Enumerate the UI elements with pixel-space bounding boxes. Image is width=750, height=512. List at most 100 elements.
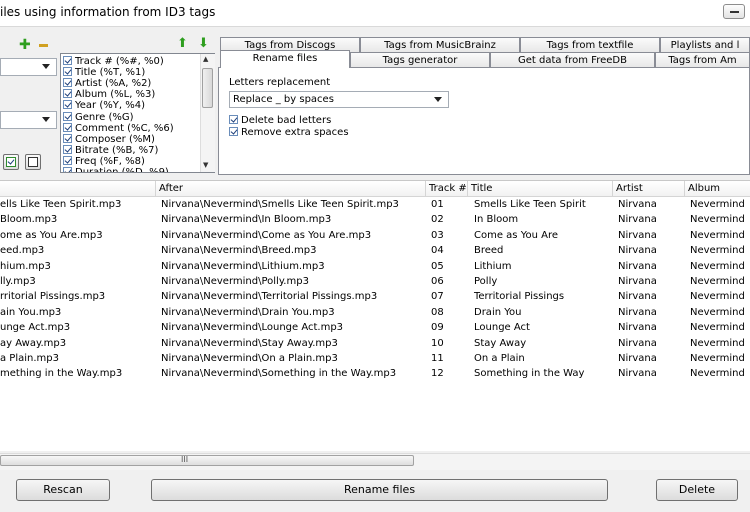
move-up-icon[interactable]: ⬆ — [177, 37, 188, 50]
grid-header: After Track # Title Artist Album — [0, 181, 750, 197]
checkbox-checked-icon — [229, 127, 238, 136]
horizontal-scroll-thumb[interactable]: III — [0, 455, 414, 466]
checkbox-checked-icon[interactable] — [63, 78, 72, 88]
table-row[interactable]: eed.mp3 Nirvana\Nevermind\Breed.mp3 04 Bree… — [0, 243, 750, 258]
cell-track: 09 — [431, 322, 444, 334]
cell-before: rritorial Pissings.mp3 — [0, 291, 106, 303]
cell-album: Nevermind — [690, 337, 745, 349]
cell-title: Territorial Pissings — [474, 291, 565, 303]
checkbox-checked-icon[interactable] — [63, 133, 72, 143]
tab-tags-generator[interactable]: Tags generator — [350, 52, 490, 68]
table-row[interactable]: lly.mp3 Nirvana\Nevermind\Polly.mp3 06 Poll… — [0, 274, 750, 289]
tag-field-label: Genre (%G) — [75, 111, 134, 123]
cell-title: Smells Like Teen Spirit — [474, 199, 586, 210]
checkbox-checked-icon[interactable] — [63, 144, 72, 154]
cell-before: ay Away.mp3 — [0, 337, 67, 349]
table-row[interactable]: ay Away.mp3 Nirvana\Nevermind\Stay Away.m… — [0, 336, 750, 351]
cell-before: mething in the Way.mp3 — [0, 368, 123, 380]
cell-album: Nevermind — [690, 353, 745, 364]
minimize-button[interactable] — [723, 4, 745, 19]
rescan-button[interactable]: Rescan — [16, 479, 110, 501]
table-row[interactable]: hium.mp3 Nirvana\Nevermind\Lithium.mp3 05 L… — [0, 259, 750, 274]
delete-button[interactable]: Delete — [656, 479, 738, 501]
delete-bad-letters-checkbox[interactable]: Delete bad letters — [229, 115, 331, 126]
check-all-button[interactable] — [3, 154, 19, 170]
add-icon[interactable]: ✚ — [19, 38, 31, 52]
checkbox-checked-icon[interactable] — [63, 89, 72, 99]
cell-title: Polly — [474, 276, 498, 287]
remove-icon[interactable] — [39, 44, 48, 47]
tab-get-data-from-freedb[interactable]: Get data from FreeDB — [490, 52, 655, 68]
options-combo[interactable] — [0, 111, 57, 129]
format-combo[interactable] — [0, 58, 57, 76]
cell-after: Nirvana\Nevermind\Polly.mp3 — [161, 276, 309, 287]
table-row[interactable]: ain You.mp3 Nirvana\Nevermind\Drain You.m… — [0, 305, 750, 320]
table-row[interactable]: a Plain.mp3 Nirvana\Nevermind\On a Plain.… — [0, 351, 750, 366]
checkbox-checked-icon[interactable] — [63, 56, 72, 65]
checkbox-checked-icon[interactable] — [63, 100, 72, 110]
table-row[interactable]: ome as You Are.mp3 Nirvana\Nevermind\Come… — [0, 228, 750, 243]
table-row[interactable]: ells Like Teen Spirit.mp3 Nirvana\Nevermi… — [0, 197, 750, 212]
cell-track: 12 — [431, 368, 444, 380]
cell-artist: Nirvana — [618, 368, 657, 380]
remove-extra-spaces-checkbox[interactable]: Remove extra spaces — [229, 127, 349, 138]
table-row[interactable]: unge Act.mp3 Nirvana\Nevermind\Lounge Act… — [0, 320, 750, 335]
cell-artist: Nirvana — [618, 353, 657, 364]
cell-album: Nevermind — [690, 214, 745, 226]
cell-after: Nirvana\Nevermind\Breed.mp3 — [161, 245, 317, 257]
window-title: iles using information from ID3 tags — [0, 5, 216, 19]
cell-before: hium.mp3 — [0, 260, 51, 272]
cell-artist: Nirvana — [618, 322, 657, 334]
move-down-icon[interactable]: ⬇ — [198, 37, 209, 50]
checkbox-checked-icon[interactable] — [63, 67, 72, 77]
column-header-title[interactable]: Title — [467, 181, 612, 196]
cell-album: Nevermind — [690, 322, 745, 334]
cell-title: Something in the Way — [474, 368, 585, 380]
table-row[interactable]: mething in the Way.mp3 Nirvana\Nevermind\… — [0, 366, 750, 381]
tab-tags-from-amazon[interactable]: Tags from Am — [655, 52, 750, 68]
tab-tags-from-musicbrainz[interactable]: Tags from MusicBrainz — [360, 37, 520, 53]
tag-field-item[interactable]: Duration (%D, %9) — [63, 167, 169, 172]
cell-artist: Nirvana — [618, 337, 657, 349]
checkbox-checked-icon — [229, 115, 238, 124]
tag-field-label: Bitrate (%B, %7) — [75, 144, 159, 156]
column-header-after[interactable]: After — [155, 181, 425, 196]
letters-replacement-value: Replace _ by spaces — [233, 94, 334, 105]
cell-title: In Bloom — [474, 214, 519, 226]
checkbox-checked-icon[interactable] — [63, 122, 72, 132]
column-header-album[interactable]: Album — [684, 181, 750, 196]
scroll-thumb[interactable] — [202, 68, 213, 108]
table-row[interactable]: Bloom.mp3 Nirvana\Nevermind\In Bloom.mp3 0… — [0, 212, 750, 227]
cell-track: 10 — [431, 337, 444, 349]
uncheck-all-button[interactable] — [25, 154, 41, 170]
tab-rename-files[interactable]: Rename files — [220, 50, 350, 68]
cell-before: unge Act.mp3 — [0, 322, 71, 334]
cell-title: Breed — [474, 245, 504, 257]
cell-track: 05 — [431, 260, 444, 272]
cell-before: eed.mp3 — [0, 245, 45, 257]
cell-album: Nevermind — [690, 368, 745, 380]
scroll-down-icon[interactable]: ▼ — [203, 162, 212, 169]
column-header-before[interactable] — [0, 181, 155, 196]
rename-files-button[interactable]: Rename files — [151, 479, 608, 501]
checkbox-checked-icon[interactable] — [63, 111, 72, 121]
cell-artist: Nirvana — [618, 245, 657, 257]
column-header-artist[interactable]: Artist — [612, 181, 684, 196]
table-row[interactable]: rritorial Pissings.mp3 Nirvana\Nevermind\… — [0, 289, 750, 304]
checkbox-checked-icon[interactable] — [63, 167, 72, 172]
checkbox-checked-icon[interactable] — [63, 155, 72, 165]
cell-album: Nevermind — [690, 245, 745, 257]
scroll-up-icon[interactable]: ▲ — [203, 56, 212, 63]
cell-after: Nirvana\Nevermind\Lounge Act.mp3 — [161, 322, 344, 334]
letters-replacement-combo[interactable]: Replace _ by spaces — [229, 91, 449, 108]
vertical-scrollbar[interactable]: ▲ ▼ — [200, 54, 215, 172]
column-header-track[interactable]: Track # — [425, 181, 467, 196]
tab-playlists[interactable]: Playlists and l — [660, 37, 750, 53]
cell-after: Nirvana\Nevermind\Territorial Pissings.m… — [161, 291, 378, 303]
cell-track: 01 — [431, 199, 444, 210]
file-grid[interactable]: After Track # Title Artist Album ells Li… — [0, 180, 750, 451]
tag-field-list[interactable]: Track # (%#, %0) Title (%T, %1) Artist (%A… — [60, 53, 215, 173]
checkbox-checked-icon — [6, 157, 16, 167]
cell-artist: Nirvana — [618, 214, 657, 226]
tab-tags-from-textfile[interactable]: Tags from textfile — [520, 37, 660, 53]
